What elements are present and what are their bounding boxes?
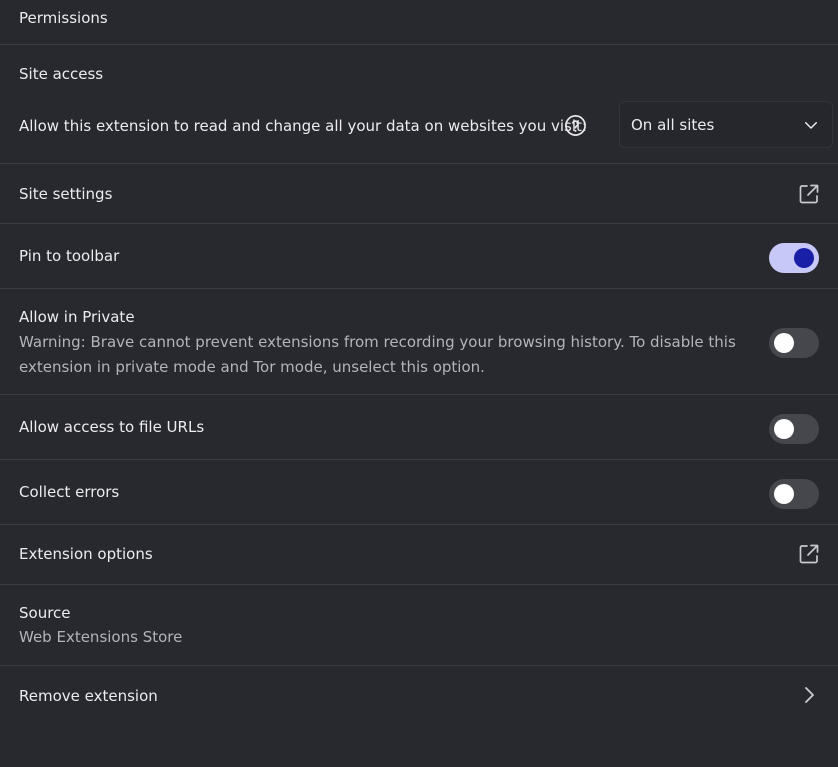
site-settings-label: Site settings — [19, 185, 113, 203]
allow-in-private-warning-line1: Warning: Brave cannot prevent extensions… — [19, 333, 736, 351]
site-settings-row[interactable]: Site settings — [0, 164, 838, 224]
site-access-dropdown-value: On all sites — [631, 116, 715, 134]
permissions-label: Permissions — [19, 9, 108, 27]
chevron-down-icon — [805, 122, 817, 129]
toggle-knob — [774, 333, 794, 353]
toggle-knob — [774, 484, 794, 504]
extension-options-label: Extension options — [19, 545, 153, 563]
allow-in-private-row: Allow in Private Warning: Brave cannot p… — [0, 289, 838, 395]
remove-extension-label: Remove extension — [19, 687, 158, 705]
help-circle-icon[interactable] — [564, 114, 587, 137]
allow-in-private-warning-line2: extension in private mode and Tor mode, … — [19, 358, 485, 376]
allow-file-urls-toggle[interactable] — [769, 414, 819, 444]
open-external-icon[interactable] — [797, 182, 821, 206]
toggle-knob — [774, 419, 794, 439]
allow-in-private-label: Allow in Private — [19, 308, 135, 326]
collect-errors-row: Collect errors — [0, 460, 838, 525]
source-row: Source Web Extensions Store — [0, 585, 838, 666]
chevron-right-icon[interactable] — [797, 683, 821, 707]
site-access-description: Allow this extension to read and change … — [19, 117, 587, 135]
allow-file-urls-row: Allow access to file URLs — [0, 395, 838, 460]
remove-extension-row[interactable]: Remove extension — [0, 666, 838, 726]
permissions-row: Permissions — [0, 0, 838, 45]
extension-details-page: Permissions Site access Allow this exten… — [0, 0, 838, 767]
source-label: Source — [19, 604, 71, 622]
pin-to-toolbar-toggle[interactable] — [769, 243, 819, 273]
allow-file-urls-label: Allow access to file URLs — [19, 418, 205, 436]
allow-in-private-toggle[interactable] — [769, 328, 819, 358]
pin-to-toolbar-row: Pin to toolbar — [0, 224, 838, 289]
pin-to-toolbar-label: Pin to toolbar — [19, 247, 120, 265]
site-access-heading: Site access — [19, 65, 104, 83]
open-external-icon[interactable] — [797, 542, 821, 566]
collect-errors-toggle[interactable] — [769, 479, 819, 509]
source-value: Web Extensions Store — [19, 628, 183, 646]
extension-options-row[interactable]: Extension options — [0, 525, 838, 585]
toggle-knob — [794, 248, 814, 268]
site-access-dropdown[interactable]: On all sites — [619, 101, 833, 148]
collect-errors-label: Collect errors — [19, 483, 120, 501]
